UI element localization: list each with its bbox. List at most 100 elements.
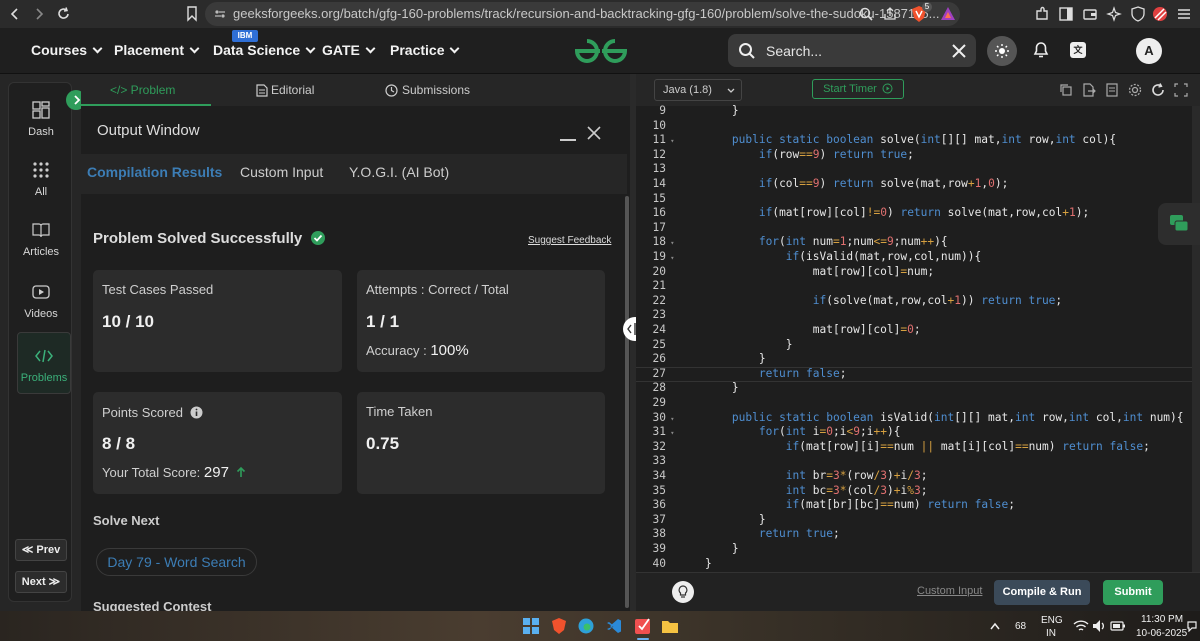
code-line[interactable]: 9 } <box>636 104 1192 119</box>
next-button[interactable]: Next ≫ <box>15 571 67 593</box>
close-icon[interactable] <box>587 126 601 140</box>
fold-arrow-icon[interactable]: ▾ <box>666 134 678 149</box>
close-icon[interactable] <box>952 44 966 58</box>
battery-icon[interactable] <box>1110 619 1126 633</box>
brave-browser-icon[interactable] <box>551 618 567 635</box>
file-export-icon[interactable] <box>1082 83 1096 97</box>
zoom-icon[interactable] <box>858 6 874 22</box>
wallet-icon[interactable] <box>1082 6 1098 22</box>
weather-temperature[interactable]: 68 <box>1015 621 1026 632</box>
code-line[interactable]: 20 mat[row][col]=num; <box>636 265 1192 280</box>
address-bar[interactable]: geeksforgeeks.org/batch/gfg-160-problems… <box>205 2 960 26</box>
nav-practice[interactable]: Practice <box>390 42 460 58</box>
code-line[interactable]: 19 ▾ if(isValid(mat,row,col,num)){ <box>636 250 1192 265</box>
extensions-icon[interactable] <box>1034 6 1050 22</box>
code-line[interactable]: 18 ▾ for(int num=1;num<=9;num++){ <box>636 235 1192 250</box>
back-arrow-icon[interactable] <box>8 7 22 21</box>
tab-submissions[interactable]: Submissions <box>402 83 470 97</box>
minimize-icon[interactable] <box>560 139 576 141</box>
notes-app-icon[interactable] <box>634 616 652 636</box>
wifi-icon[interactable] <box>1073 619 1089 633</box>
editor-scrollbar[interactable] <box>1192 106 1200 572</box>
hint-button[interactable] <box>672 581 694 603</box>
vpn-shield-icon[interactable] <box>1130 6 1146 22</box>
site-info-icon[interactable] <box>214 8 226 20</box>
code-line[interactable]: 13 <box>636 162 1192 177</box>
code-line[interactable]: 23 <box>636 308 1192 323</box>
fold-arrow-icon[interactable]: ▾ <box>666 426 678 441</box>
code-line[interactable]: 40 } <box>636 557 1192 572</box>
sidebar-item-videos[interactable]: Videos <box>9 283 73 320</box>
refresh-icon[interactable] <box>1151 83 1165 97</box>
language-indicator-line1[interactable]: ENG <box>1041 615 1063 626</box>
nav-gate[interactable]: GATE <box>322 42 376 58</box>
reload-icon[interactable] <box>56 6 72 22</box>
fold-arrow-icon[interactable]: ▾ <box>666 236 678 251</box>
search-input[interactable]: Search... <box>728 34 976 67</box>
user-avatar[interactable]: A <box>1136 38 1162 64</box>
code-line[interactable]: 32 if(mat[row][i]==num || mat[i][col]==n… <box>636 440 1192 455</box>
sidebar-item-dash[interactable]: Dash <box>9 101 73 138</box>
windows-start-icon[interactable] <box>523 618 539 634</box>
fold-arrow-icon[interactable]: ▾ <box>666 251 678 266</box>
language-indicator-line2[interactable]: IN <box>1046 628 1056 639</box>
brave-rewards-icon[interactable] <box>940 6 956 22</box>
code-line[interactable]: 35 int bc=3*(col/3)+i%3; <box>636 484 1192 499</box>
tab-yogi-ai-bot[interactable]: Y.O.G.I. (AI Bot) <box>349 164 449 180</box>
code-line[interactable]: 26 } <box>636 352 1192 367</box>
code-line[interactable]: 31 ▾ for(int i=0;i<9;i++){ <box>636 425 1192 440</box>
menu-icon[interactable] <box>1176 6 1192 22</box>
sidebar-item-all[interactable]: All <box>9 161 73 198</box>
settings-gear-icon[interactable] <box>1128 83 1142 97</box>
custom-input-link[interactable]: Custom Input <box>917 585 982 597</box>
sidebar-item-problems[interactable]: Problems <box>17 332 71 394</box>
code-line[interactable]: 15 <box>636 192 1192 207</box>
bookmark-icon[interactable] <box>186 6 198 22</box>
code-line[interactable]: 12 if(row==9) return true; <box>636 148 1192 163</box>
volume-icon[interactable] <box>1092 619 1106 633</box>
code-line[interactable]: 29 <box>636 396 1192 411</box>
code-line[interactable]: 36 if(mat[br][bc]==num) return false; <box>636 498 1192 513</box>
language-select[interactable]: Java (1.8) <box>654 79 742 101</box>
file-explorer-icon[interactable] <box>661 618 679 634</box>
tab-editorial[interactable]: Editorial <box>271 83 314 97</box>
code-line[interactable]: 24 mat[row][col]=0; <box>636 323 1192 338</box>
output-scrollbar[interactable] <box>625 196 629 608</box>
translate-icon[interactable]: 文 <box>1070 42 1086 58</box>
code-line[interactable]: 22 if(solve(mat,row,col+1)) return true; <box>636 294 1192 309</box>
code-line[interactable]: 30 ▾ public static boolean isValid(int[]… <box>636 411 1192 426</box>
chat-button[interactable] <box>1158 203 1200 245</box>
copy-icon[interactable] <box>1059 83 1073 97</box>
fold-arrow-icon[interactable]: ▾ <box>666 412 678 427</box>
gfg-logo-icon[interactable] <box>573 36 629 66</box>
start-timer-button[interactable]: Start Timer <box>812 79 904 99</box>
tab-custom-input[interactable]: Custom Input <box>240 164 323 180</box>
suggest-feedback-link[interactable]: Suggest Feedback <box>528 235 611 246</box>
code-line[interactable]: 17 <box>636 221 1192 236</box>
code-line[interactable]: 10 <box>636 119 1192 134</box>
submit-button[interactable]: Submit <box>1103 580 1163 605</box>
clock-time[interactable]: 11:30 PM <box>1141 614 1183 625</box>
code-line[interactable]: 16 if(mat[row][col]!=0) return solve(mat… <box>636 206 1192 221</box>
sidebar-toggle-icon[interactable] <box>1058 6 1074 22</box>
sidebar-item-articles[interactable]: Articles <box>9 221 73 258</box>
prev-button[interactable]: ≪ Prev <box>15 539 67 561</box>
ai-chat-icon[interactable] <box>1106 6 1122 22</box>
code-line[interactable]: 37 } <box>636 513 1192 528</box>
notification-bell-icon[interactable] <box>1032 40 1050 60</box>
code-line[interactable]: 25 } <box>636 338 1192 353</box>
code-line[interactable]: 11 ▾ public static boolean solve(int[][]… <box>636 133 1192 148</box>
code-line[interactable]: 33 <box>636 454 1192 469</box>
code-line[interactable]: 38 return true; <box>636 527 1192 542</box>
reset-code-icon[interactable] <box>1105 83 1119 97</box>
code-line[interactable]: 21 <box>636 279 1192 294</box>
info-icon[interactable] <box>190 406 203 419</box>
tab-problem[interactable]: </> Problem <box>110 83 175 97</box>
code-editor[interactable]: 9 } 10 11 ▾ public static boolean solve(in… <box>636 104 1192 572</box>
clock-date[interactable]: 10-06-2025 <box>1136 628 1187 639</box>
chevron-up-icon[interactable] <box>990 622 1000 630</box>
notification-center-icon[interactable] <box>1186 620 1198 632</box>
edge-browser-icon[interactable] <box>578 618 594 634</box>
code-line[interactable]: 14 if(col==9) return solve(mat,row+1,0); <box>636 177 1192 192</box>
fullscreen-icon[interactable] <box>1174 83 1188 97</box>
